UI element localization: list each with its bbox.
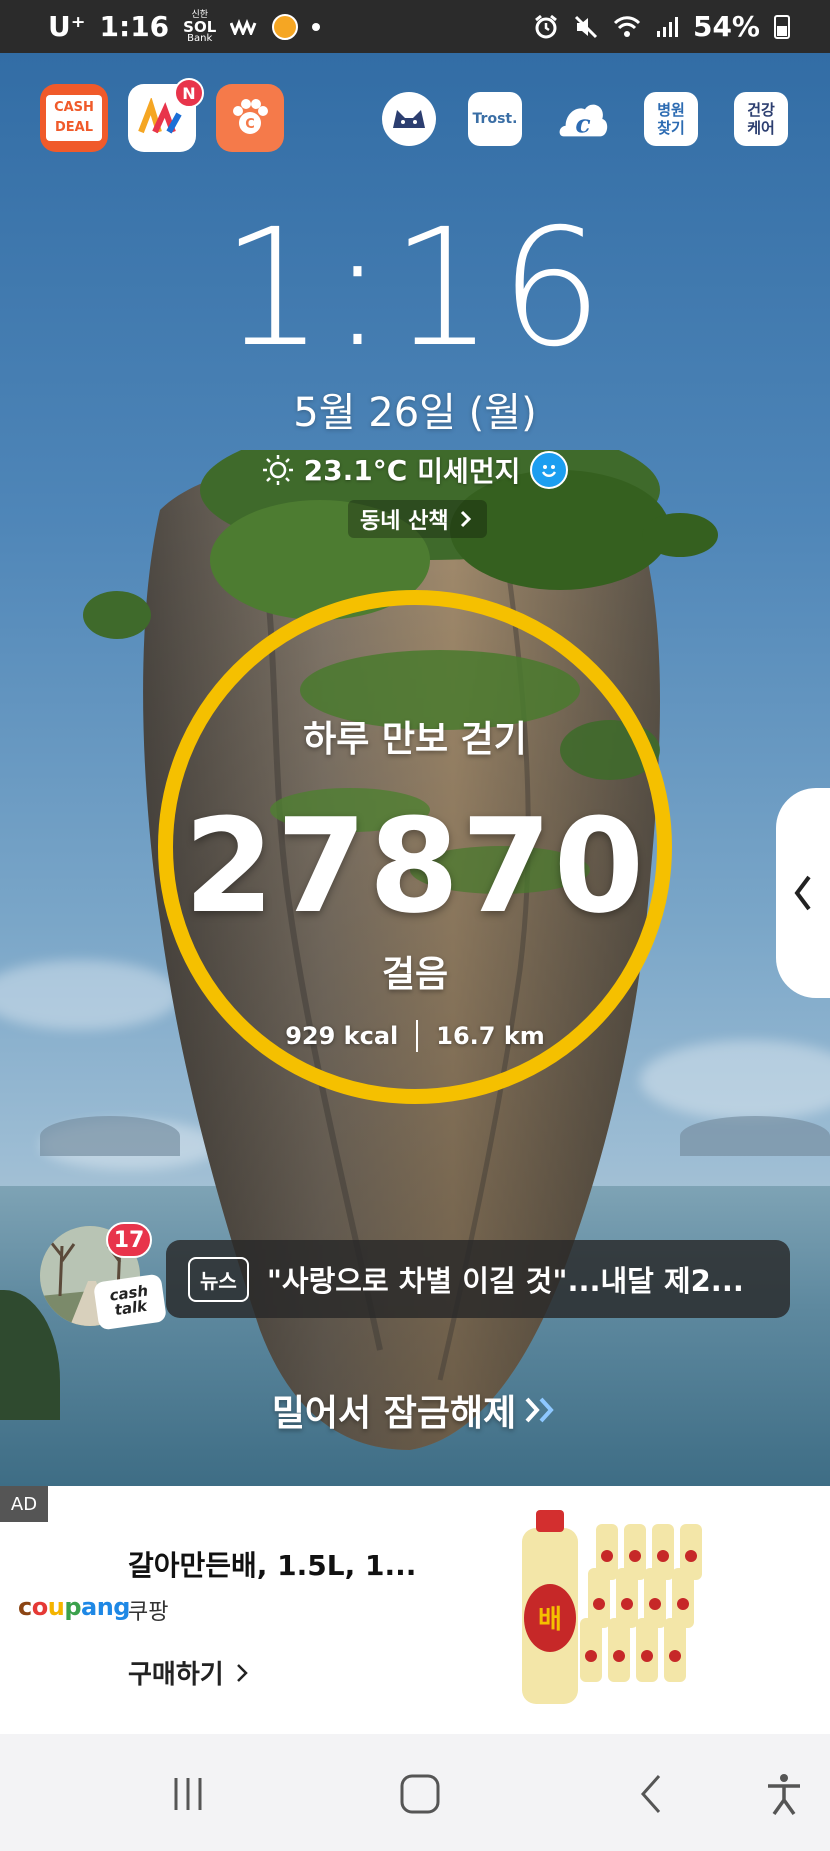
wifi-icon [613,15,641,37]
news-headline: "사랑으로 차별 이길 것"...내달 제2... [266,1264,744,1298]
sun-icon [262,455,293,485]
fine-dust-label: 미세먼지 [417,455,521,488]
status-bar: U⁺ 1:16 신한 SOL Bank 54% [0,0,830,53]
neighborhood-walk-link[interactable]: 동네 산책 [348,500,487,538]
battery-percent: 54% [692,10,760,43]
hospital-finder-icon[interactable]: 병원 찾기 [644,92,698,146]
chevron-right-icon [460,510,471,528]
sol-bank-icon: 신한 SOL Bank [183,9,217,44]
weather-row: 23.1°C 미세먼지 [0,450,830,490]
status-time: 1:16 [99,10,170,43]
home-button[interactable] [390,1766,450,1822]
ad-buy-label: 구매하기 [128,1660,224,1690]
cashtalk-logo: cash talk [92,1273,168,1331]
lock-date: 5월 26일 (월) [293,390,537,436]
ad-seller: 쿠팡 [128,1600,169,1625]
svg-text:c: c [575,109,590,139]
home-icon [400,1774,440,1814]
ad-product-image: 배 [522,1510,702,1704]
navigation-bar [0,1734,830,1851]
stat-divider [416,1020,419,1052]
coupang-logo-part: u [47,1593,65,1621]
cashtalk-line2: talk [113,1296,149,1320]
step-unit: 걸음 [381,954,449,995]
battery-icon [774,14,790,39]
seoul-app-icon[interactable]: N [128,78,204,152]
coupang-logo-part: o [31,1593,49,1621]
sun-app-icon [272,13,299,40]
health-care-icon[interactable]: 건강 케어 [734,92,788,146]
chevron-right-icon [236,1663,248,1682]
step-count: 27870 [183,790,647,942]
svg-text:배: 배 [538,1605,562,1635]
carrier-label: U⁺ [48,10,86,43]
ad-product-title: 갈아만든배, 1.5L, 1... [128,1549,417,1582]
pet-app-icon[interactable]: C [216,84,284,152]
cashtalk-badge: 17 [106,1222,152,1258]
tree-branch [642,513,718,557]
hospital-line2: 찾기 [657,119,685,137]
swipe-to-unlock[interactable]: 밀어서 잠금해제 [0,1384,830,1436]
new-badge: N [174,78,204,108]
notification-dot [312,22,321,31]
step-stats: 929 kcal 16.7 km [0,1020,830,1052]
app-shortcuts: CASH DEAL N C Trost. c 병원 찾기 건강 케어 [0,78,830,154]
cat-face-icon [393,110,425,128]
c-cloud-icon: c [559,104,608,139]
side-panel-handle[interactable] [776,788,830,998]
coupang-logo-part: ang [81,1593,130,1621]
recent-apps-icon [174,1778,202,1810]
alarm-icon [535,14,557,38]
ad-buy-button[interactable]: 구매하기 [128,1654,250,1691]
smile-icon [530,451,569,489]
cat-app-icon[interactable] [382,92,436,146]
distance: 16.7 km [436,1022,545,1050]
distant-island [680,1116,830,1156]
back-icon [640,1775,661,1813]
cashtalk-button[interactable]: cash talk 17 [40,1222,168,1331]
coupang-logo: coupang [18,1593,130,1621]
tree-branch [83,591,151,639]
step-title: 하루 만보 걷기 [303,719,527,760]
unlock-label: 밀어서 잠금해제 [271,1393,517,1434]
calories: 929 kcal [285,1022,399,1050]
coupang-logo-part: c [18,1593,32,1621]
news-tag: 뉴스 [188,1256,249,1302]
c-app-icon[interactable]: c [556,92,610,146]
signal-icon [656,16,678,37]
walk-link-label: 동네 산책 [360,509,449,534]
trost-app-icon[interactable]: Trost. [468,92,522,146]
svg-text:C: C [245,117,255,132]
health-line1: 건강 [747,101,775,119]
trost-label: Trost. [472,111,518,127]
hospital-line1: 병원 [657,101,685,119]
temperature: 23.1°C [303,453,408,487]
cashdeal-app-icon[interactable]: CASH DEAL [40,84,108,152]
back-button[interactable] [622,1766,682,1822]
lock-clock: 1:16 [221,195,609,383]
ad-banner[interactable]: AD coupang 갈아만든배, 1.5L, 1... 쿠팡 구매하기 배 [0,1486,830,1734]
cashdeal-line1: CASH [50,98,98,118]
accessibility-button[interactable] [754,1766,814,1822]
cashdeal-line2: DEAL [50,118,97,138]
ad-label: AD [0,1486,48,1522]
accessibility-icon [768,1774,800,1816]
double-chevron-right-icon [525,1397,554,1423]
recent-apps-button[interactable] [158,1766,218,1822]
health-line2: 케어 [747,119,775,137]
paw-icon: C [233,99,268,134]
news-ticker[interactable]: 뉴스 "사랑으로 차별 이길 것"...내달 제2... [166,1240,790,1318]
coupang-logo-part: p [64,1593,82,1621]
mute-icon [574,15,598,38]
wave-icon [230,18,257,35]
chevron-left-icon [794,875,811,911]
